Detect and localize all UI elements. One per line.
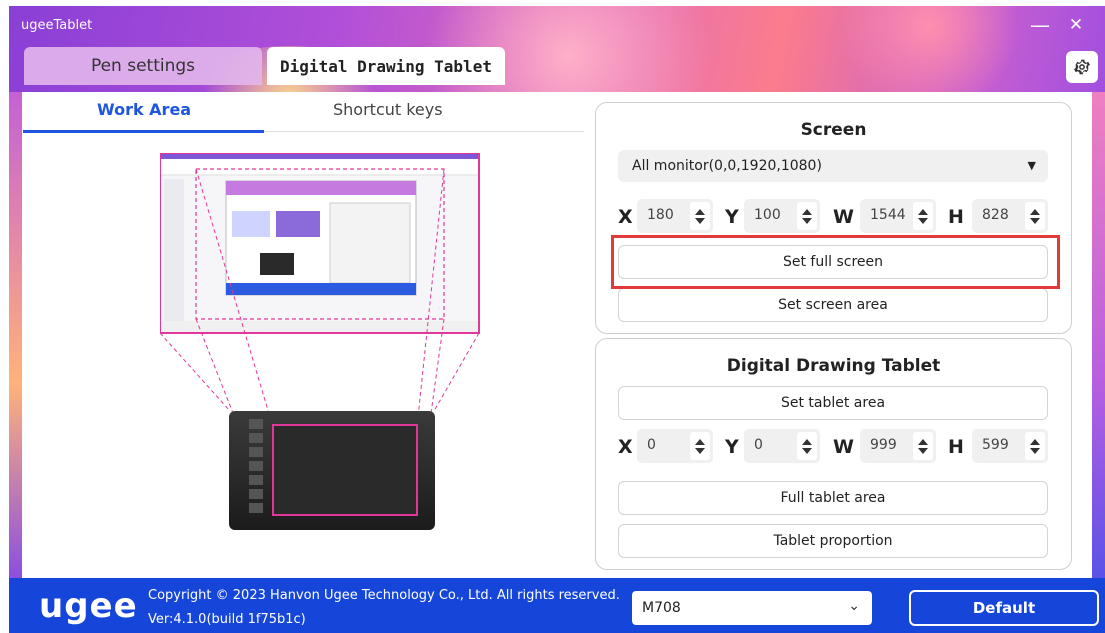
caret-down-icon: ▼ [1027, 159, 1036, 172]
set-full-screen-button[interactable]: Set full screen [618, 245, 1048, 279]
arrow-down-icon[interactable] [1030, 217, 1040, 224]
tab-pen-settings[interactable]: Pen settings [24, 47, 262, 85]
tablet-y-stepper [797, 432, 817, 460]
screen-w-input[interactable]: 1544 [860, 199, 936, 233]
screen-y-value: 100 [754, 207, 781, 223]
subtab-divider [264, 131, 584, 132]
screen-x-stepper [690, 202, 710, 230]
tablet-panel: Digital Drawing Tablet Set tablet area X… [595, 338, 1072, 570]
subtab-work-area[interactable]: Work Area [97, 100, 191, 119]
arrow-up-icon[interactable] [1030, 438, 1040, 445]
arrow-up-icon[interactable] [695, 438, 705, 445]
model-select[interactable]: M708 ⌄ [632, 591, 872, 625]
tablet-h-stepper [1025, 432, 1045, 460]
version-text: Ver:4.1.0(build 1f75b1c) [148, 612, 306, 627]
tablet-proportion-button[interactable]: Tablet proportion [618, 524, 1048, 558]
screen-w-label: W [833, 206, 854, 228]
arrow-down-icon[interactable] [695, 217, 705, 224]
tablet-x-stepper [690, 432, 710, 460]
chevron-down-icon: ⌄ [848, 598, 860, 614]
tablet-h-input[interactable]: 599 [972, 429, 1048, 463]
tablet-y-input[interactable]: 0 [744, 429, 820, 463]
arrow-up-icon[interactable] [695, 208, 705, 215]
tablet-h-label: H [948, 436, 964, 458]
tablet-w-label: W [833, 436, 854, 458]
settings-button[interactable] [1066, 51, 1098, 83]
screen-panel-title: Screen [800, 120, 867, 140]
arrow-up-icon[interactable] [918, 208, 928, 215]
tablet-image [249, 419, 418, 516]
tablet-y-label: Y [725, 436, 739, 458]
app-title: ugeeTablet [21, 18, 93, 33]
title-bar: ugeeTablet — ✕ Pen settings Digital Draw… [9, 6, 1105, 92]
arrow-up-icon[interactable] [802, 208, 812, 215]
set-screen-area-button[interactable]: Set screen area [618, 288, 1048, 322]
tablet-panel-title: Digital Drawing Tablet [726, 356, 941, 376]
screen-h-stepper [1025, 202, 1045, 230]
tablet-w-value: 999 [870, 437, 897, 453]
screen-y-label: Y [725, 206, 739, 228]
tablet-illustration [229, 411, 435, 530]
full-tablet-area-button[interactable]: Full tablet area [618, 481, 1048, 515]
screen-y-input[interactable]: 100 [744, 199, 820, 233]
tablet-w-input[interactable]: 999 [860, 429, 936, 463]
tablet-x-label: X [618, 436, 633, 458]
gear-icon [1074, 59, 1090, 75]
subtab-shortcut-keys[interactable]: Shortcut keys [333, 100, 443, 119]
arrow-up-icon[interactable] [918, 438, 928, 445]
tablet-w-stepper [913, 432, 933, 460]
header-decoration [829, 6, 1029, 92]
screen-w-value: 1544 [870, 207, 906, 223]
monitor-select-value: All monitor(0,0,1920,1080) [632, 158, 822, 174]
screen-x-value: 180 [647, 207, 674, 223]
screen-h-value: 828 [982, 207, 1009, 223]
arrow-down-icon[interactable] [918, 217, 928, 224]
minimize-button[interactable]: — [1025, 10, 1055, 40]
model-select-value: M708 [642, 600, 681, 616]
screen-panel: Screen All monitor(0,0,1920,1080) ▼ X 18… [595, 102, 1072, 334]
arrow-down-icon[interactable] [1030, 447, 1040, 454]
ugee-logo: ugee [39, 586, 138, 626]
active-subtab-indicator [23, 130, 264, 133]
tablet-x-value: 0 [647, 437, 656, 453]
screen-w-stepper [913, 202, 933, 230]
arrow-down-icon[interactable] [918, 447, 928, 454]
arrow-down-icon[interactable] [695, 447, 705, 454]
arrow-up-icon[interactable] [1030, 208, 1040, 215]
copyright-text: Copyright © 2023 Hanvon Ugee Technology … [148, 588, 620, 603]
screen-h-label: H [948, 206, 964, 228]
arrow-down-icon[interactable] [802, 217, 812, 224]
screen-y-stepper [797, 202, 817, 230]
screen-x-input[interactable]: 180 [637, 199, 713, 233]
screen-h-input[interactable]: 828 [972, 199, 1048, 233]
monitor-select[interactable]: All monitor(0,0,1920,1080) ▼ [618, 150, 1048, 182]
arrow-down-icon[interactable] [802, 447, 812, 454]
tablet-h-value: 599 [982, 437, 1009, 453]
tab-digital-drawing-tablet[interactable]: Digital Drawing Tablet [267, 47, 505, 85]
default-button[interactable]: Default [909, 590, 1099, 626]
window-border-right [1092, 92, 1105, 578]
set-tablet-area-button[interactable]: Set tablet area [618, 386, 1048, 420]
close-button[interactable]: ✕ [1061, 10, 1091, 40]
screen-x-label: X [618, 206, 633, 228]
arrow-up-icon[interactable] [802, 438, 812, 445]
footer-bar: ugee Copyright © 2023 Hanvon Ugee Techno… [9, 578, 1105, 633]
tablet-x-input[interactable]: 0 [637, 429, 713, 463]
tablet-y-value: 0 [754, 437, 763, 453]
window-border-left [9, 92, 22, 578]
